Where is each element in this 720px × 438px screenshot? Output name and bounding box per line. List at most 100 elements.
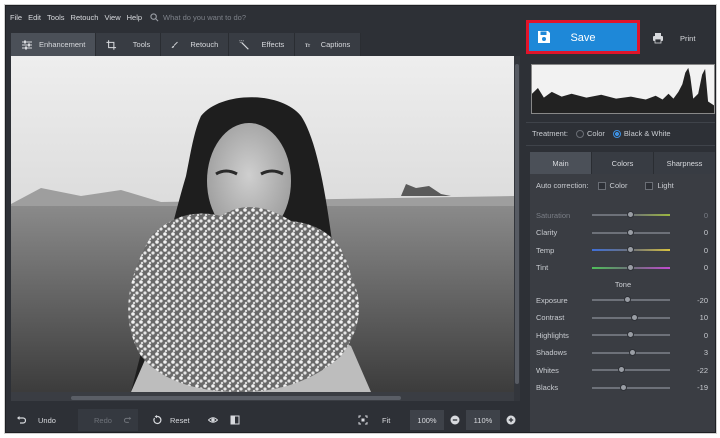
tab-main[interactable]: Main <box>530 152 592 174</box>
adjustment-label: Clarity <box>536 228 558 237</box>
tone-label: Whites <box>536 365 559 375</box>
printer-icon <box>653 33 663 44</box>
auto-correction-row: Auto correction: Color Light <box>536 181 674 190</box>
tone-slider-handle[interactable] <box>619 383 627 391</box>
zoom-out-icon <box>450 415 460 425</box>
compare-button[interactable] <box>224 409 246 431</box>
auto-color-label[interactable]: Color <box>610 181 628 190</box>
tone-row: Highlights 0 <box>536 329 708 341</box>
reset-button[interactable]: Reset <box>146 409 202 431</box>
adjustment-slider-handle[interactable] <box>627 246 634 253</box>
tab-captions[interactable]: TT Captions <box>295 33 362 56</box>
adjustment-tabs: Main Colors Sharpness <box>530 152 715 174</box>
treatment-bw-radio[interactable] <box>612 129 621 138</box>
undo-label: Undo <box>38 415 56 425</box>
tone-value[interactable]: 0 <box>686 331 708 340</box>
vertical-scrollbar[interactable] <box>514 56 520 401</box>
fit-icon <box>358 415 368 425</box>
tab-effects[interactable]: Effects <box>229 33 296 56</box>
treatment-label: Treatment: <box>532 129 568 138</box>
tab-label: Tools <box>132 40 151 49</box>
tone-slider-handle[interactable] <box>630 313 638 321</box>
tab-retouch[interactable]: Retouch <box>161 33 230 56</box>
adjustment-label: Tint <box>536 263 549 272</box>
tone-label: Exposure <box>536 295 568 305</box>
tab-label: Enhancement <box>39 40 86 49</box>
tab-enhancement[interactable]: Enhancement <box>11 33 97 56</box>
tone-value[interactable]: 3 <box>686 348 708 357</box>
tone-label: Contrast <box>536 313 565 322</box>
treatment-bw-label[interactable]: Black & White <box>624 129 671 138</box>
print-button[interactable]: Print <box>646 24 712 52</box>
auto-color-checkbox[interactable] <box>597 181 606 190</box>
tone-slider[interactable] <box>592 386 670 389</box>
main-tabs: Enhancement Tools Retouch Effects TT Cap… <box>11 33 362 56</box>
compare-icon <box>230 415 240 425</box>
tone-slider-handle[interactable] <box>623 296 631 303</box>
adjustment-value[interactable]: 0 <box>686 211 708 220</box>
adjustment-row: Saturation 0 <box>536 209 708 221</box>
zoom-out-button[interactable] <box>444 409 466 431</box>
sliders-icon <box>22 40 32 49</box>
menu-retouch[interactable]: Retouch <box>71 13 99 22</box>
adjustment-row: Temp 0 <box>536 244 708 256</box>
tab-label: Retouch <box>190 40 219 49</box>
adjustment-label: Saturation <box>536 210 571 220</box>
adjustment-value[interactable]: 0 <box>686 228 708 237</box>
preview-button[interactable] <box>202 409 224 431</box>
crop-icon <box>106 39 117 50</box>
tone-slider-handle[interactable] <box>618 366 626 373</box>
fit-label: Fit <box>382 415 391 425</box>
fit-button[interactable]: Fit <box>352 409 410 431</box>
tone-value[interactable]: -20 <box>686 296 708 305</box>
menu-tools[interactable]: Tools <box>47 13 65 22</box>
auto-correction-label: Auto correction: <box>536 181 589 190</box>
magic-wand-icon <box>239 39 250 50</box>
menu-file[interactable]: File <box>10 13 22 22</box>
tab-label: Effects <box>261 40 285 49</box>
treatment-color-label[interactable]: Color <box>587 129 605 138</box>
tone-value[interactable]: 10 <box>686 313 708 322</box>
zoom-in-button[interactable] <box>500 409 522 431</box>
auto-light-checkbox[interactable] <box>645 181 654 190</box>
eye-icon <box>208 417 218 423</box>
reset-label: Reset <box>170 415 190 425</box>
undo-button[interactable]: Undo <box>10 409 74 431</box>
adjustment-slider-handle[interactable] <box>627 263 634 271</box>
tone-slider[interactable] <box>592 369 670 371</box>
tone-label: Blacks <box>536 383 559 392</box>
zoom-100-button[interactable]: 100% <box>410 410 444 430</box>
bottom-toolbar: Undo Redo Reset Fit 100% 110% <box>6 406 526 432</box>
image-canvas[interactable] <box>11 56 514 396</box>
adjustment-slider-handle[interactable] <box>627 228 634 236</box>
tone-value[interactable]: -22 <box>686 366 708 375</box>
redo-icon <box>123 416 132 423</box>
zoom-level-field[interactable]: 110% <box>466 410 500 430</box>
tab-colors[interactable]: Colors <box>592 152 654 174</box>
tab-label: Captions <box>320 40 351 49</box>
adjustment-value[interactable]: 0 <box>686 246 708 255</box>
tone-slider-handle[interactable] <box>627 331 634 338</box>
tab-tools[interactable]: Tools <box>96 33 162 56</box>
menu-edit[interactable]: Edit <box>28 13 41 22</box>
adjustment-value[interactable]: 0 <box>686 263 708 272</box>
menu-help[interactable]: Help <box>127 13 142 22</box>
tone-value[interactable]: -19 <box>686 383 708 392</box>
treatment-row: Treatment: Color Black & White <box>532 129 671 138</box>
menu-view[interactable]: View <box>104 13 120 22</box>
brush-icon <box>171 41 179 48</box>
redo-button[interactable]: Redo <box>78 409 138 431</box>
horizontal-scrollbar[interactable] <box>11 395 514 401</box>
auto-light-label[interactable]: Light <box>657 181 673 190</box>
menu-search[interactable]: What do you want to do? <box>150 13 246 22</box>
tone-slider-handle[interactable] <box>628 348 636 356</box>
search-icon <box>150 12 159 21</box>
treatment-color-radio[interactable] <box>575 129 584 138</box>
tone-row: Exposure -20 <box>536 294 708 306</box>
adjustment-slider-handle[interactable] <box>627 211 634 218</box>
save-button[interactable]: Save <box>526 20 640 54</box>
tone-slider[interactable] <box>592 299 670 301</box>
adjustment-row: Tint 0 <box>536 262 708 274</box>
search-placeholder: What do you want to do? <box>163 12 247 22</box>
tab-sharpness[interactable]: Sharpness <box>654 152 715 174</box>
